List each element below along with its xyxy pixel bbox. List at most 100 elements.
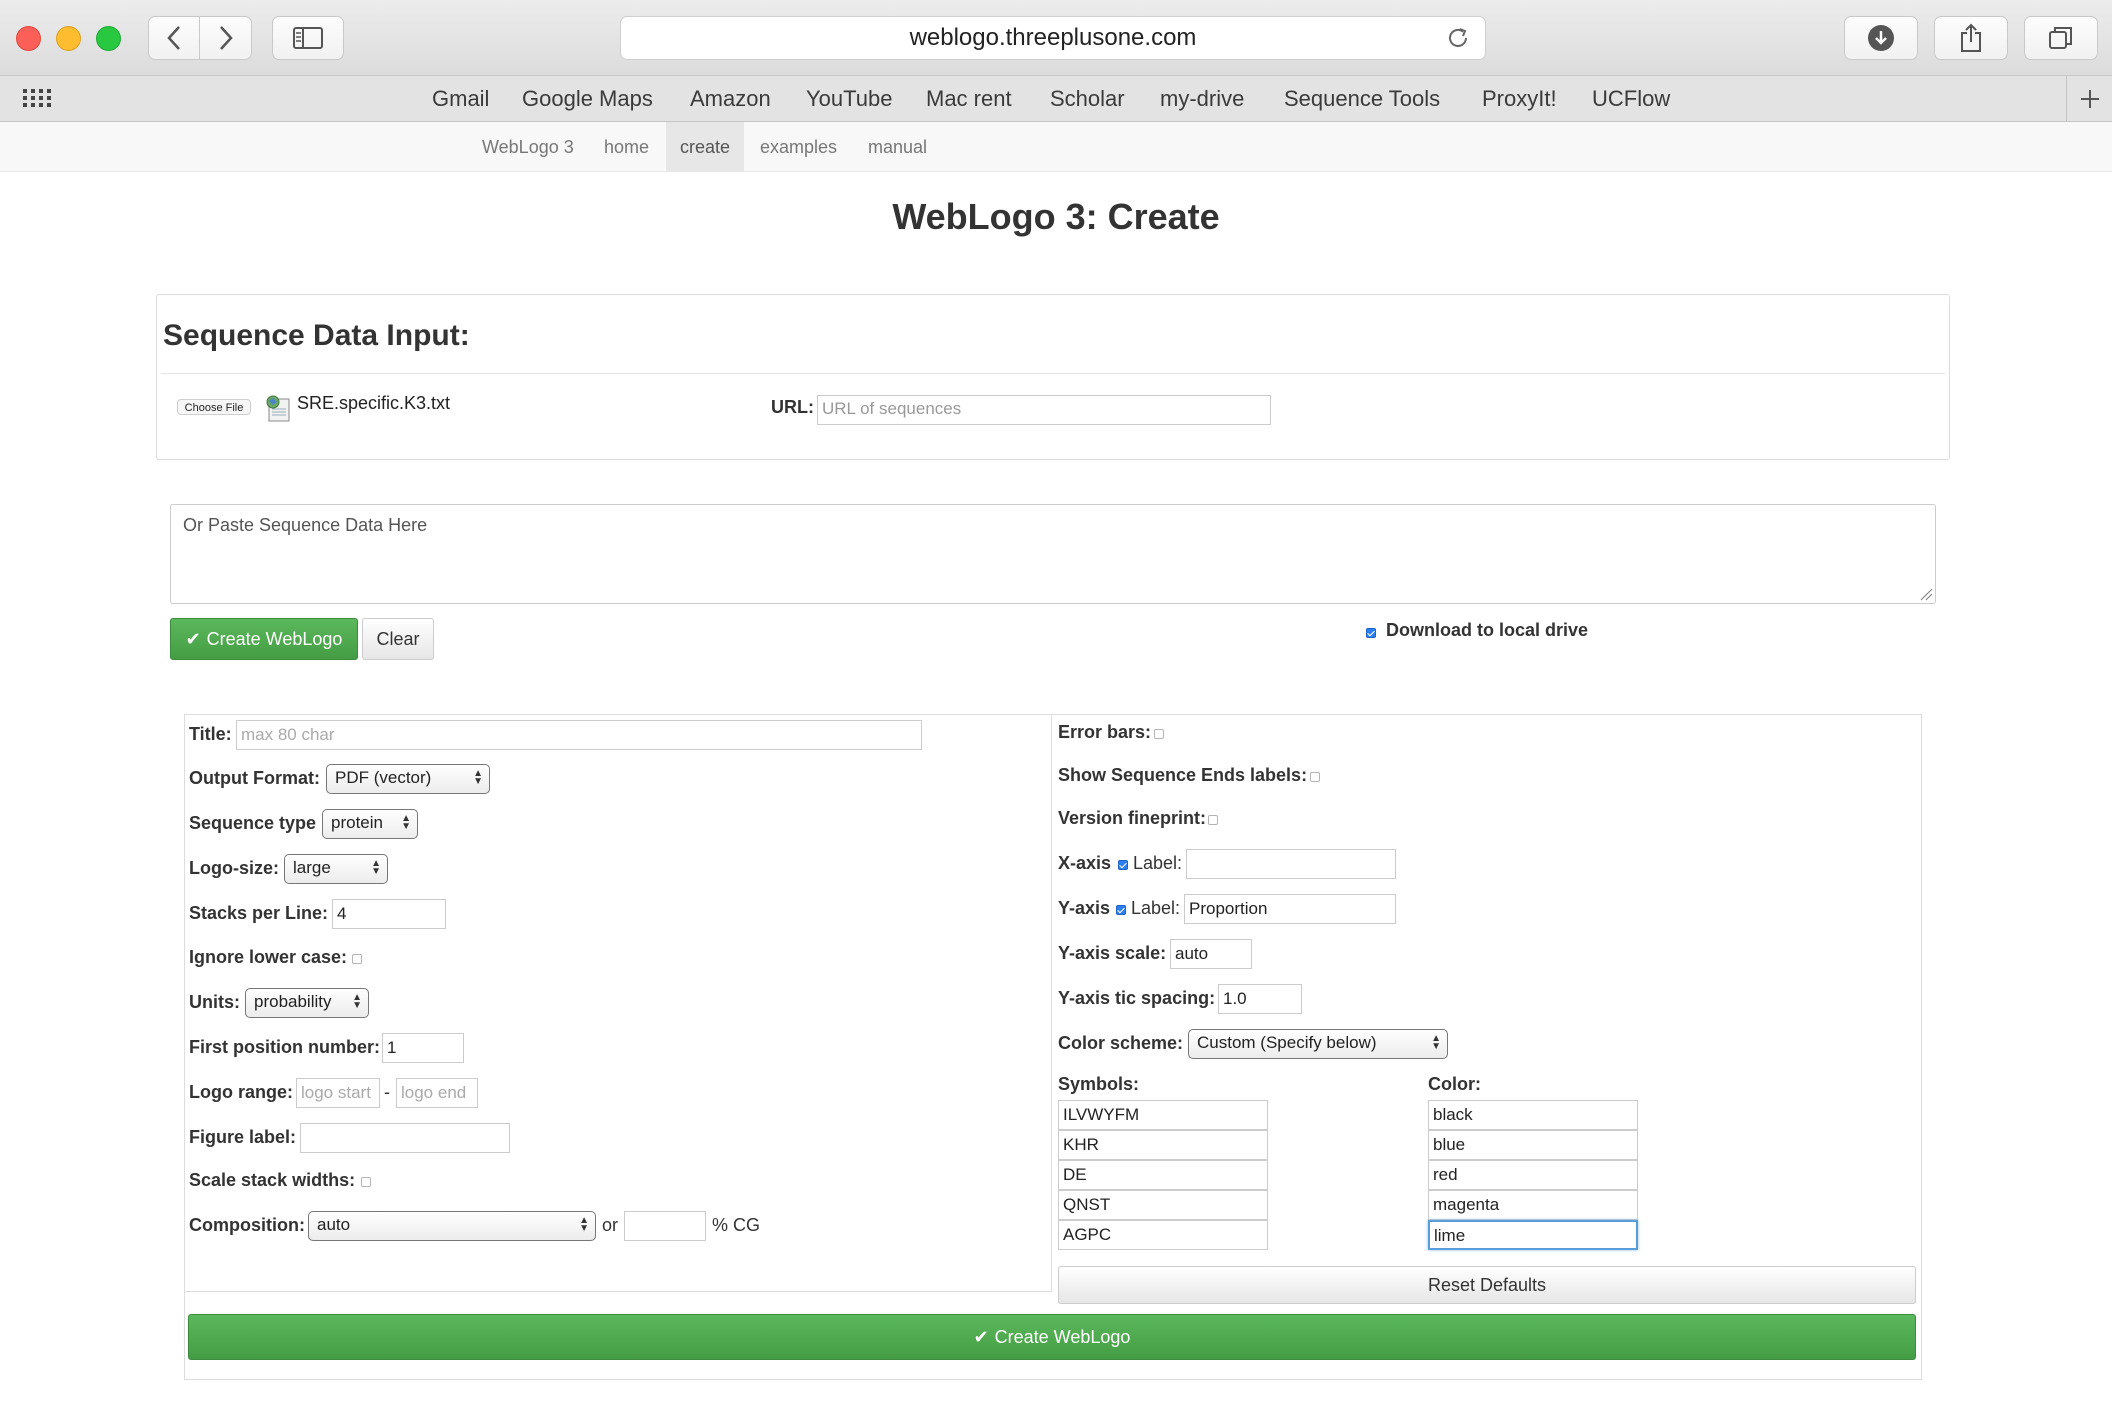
- scale-stack-widths-label: Scale stack widths:: [189, 1170, 356, 1190]
- figure-label-input[interactable]: [300, 1123, 510, 1153]
- y-axis-scale-value: auto: [1175, 944, 1209, 963]
- color-scheme-label: Color scheme:: [1058, 1033, 1184, 1053]
- y-axis-label-input[interactable]: Proportion: [1184, 894, 1396, 924]
- sequence-type-label: Sequence type: [189, 813, 317, 833]
- logo-end-input[interactable]: logo end: [396, 1078, 478, 1108]
- title-input[interactable]: max 80 char: [236, 720, 922, 750]
- sequence-ends-checkbox[interactable]: [1310, 772, 1320, 782]
- paste-sequence-textarea[interactable]: Or Paste Sequence Data Here: [170, 504, 1936, 604]
- bookmark-amazon[interactable]: Amazon: [690, 86, 771, 112]
- bookmark-scholar[interactable]: Scholar: [1050, 86, 1125, 112]
- share-button[interactable]: [1934, 16, 2008, 60]
- stacks-per-line-value: 4: [337, 904, 347, 923]
- y-axis-scale-input[interactable]: auto: [1170, 939, 1252, 969]
- stacks-per-line-input[interactable]: 4: [332, 899, 446, 929]
- ignore-lower-case-label: Ignore lower case:: [189, 947, 348, 967]
- create-weblogo-label: Create WebLogo: [994, 1326, 1131, 1347]
- symbol-value: DE: [1063, 1165, 1087, 1184]
- show-tabs-button[interactable]: [2024, 16, 2098, 60]
- range-separator: -: [384, 1082, 390, 1102]
- bookmarks-bar: Gmail Google Maps Amazon YouTube Mac ren…: [0, 76, 2112, 122]
- sequence-type-select[interactable]: protein ▲ ▼: [322, 809, 418, 839]
- download-checkbox[interactable]: [1366, 628, 1376, 638]
- symbol-input[interactable]: AGPC: [1058, 1220, 1268, 1250]
- download-label: Download to local drive: [1386, 620, 1589, 640]
- scale-stack-widths-checkbox[interactable]: [361, 1177, 371, 1187]
- sidebar-icon: [293, 27, 323, 49]
- text-file-icon: [266, 395, 290, 422]
- new-tab-button[interactable]: [2066, 76, 2112, 122]
- resize-grip-icon[interactable]: [1919, 587, 1933, 601]
- symbol-input[interactable]: ILVWYFM: [1058, 1100, 1268, 1130]
- bookmark-google-maps[interactable]: Google Maps: [522, 86, 653, 112]
- y-axis-checkbox[interactable]: [1116, 905, 1126, 915]
- symbol-input[interactable]: QNST: [1058, 1190, 1268, 1220]
- bookmark-sequence-tools[interactable]: Sequence Tools: [1284, 86, 1440, 112]
- bookmark-mac-rent[interactable]: Mac rent: [926, 86, 1012, 112]
- y-axis-scale-label: Y-axis scale:: [1058, 943, 1167, 963]
- forward-button[interactable]: [200, 16, 252, 60]
- first-position-value: 1: [387, 1038, 397, 1057]
- bookmark-my-drive[interactable]: my-drive: [1160, 86, 1244, 112]
- y-axis-label-text: Label:: [1131, 898, 1181, 918]
- minimize-window-button[interactable]: [56, 26, 81, 51]
- select-arrows-icon: ▲ ▼: [579, 1215, 589, 1234]
- clear-button[interactable]: Clear: [362, 618, 434, 660]
- nav-home[interactable]: home: [590, 122, 663, 172]
- bookmark-ucflow[interactable]: UCFlow: [1592, 86, 1670, 112]
- logo-size-select[interactable]: large ▲ ▼: [284, 854, 388, 884]
- color-input[interactable]: lime: [1428, 1220, 1638, 1250]
- sidebar-toggle-button[interactable]: [272, 16, 344, 60]
- x-axis-checkbox[interactable]: [1118, 860, 1128, 870]
- tabs-icon: [2049, 27, 2072, 49]
- color-input[interactable]: black: [1428, 1100, 1638, 1130]
- address-bar[interactable]: weblogo.threeplusone.com: [620, 16, 1486, 60]
- x-axis-label: X-axis: [1058, 853, 1112, 873]
- page-title: WebLogo 3: Create: [892, 196, 1220, 237]
- composition-select[interactable]: auto ▲ ▼: [308, 1211, 596, 1241]
- color-input[interactable]: blue: [1428, 1130, 1638, 1160]
- close-window-button[interactable]: [16, 26, 41, 51]
- x-axis-label-input[interactable]: [1186, 849, 1396, 879]
- select-arrows-icon: ▲ ▼: [371, 858, 381, 877]
- color-value: red: [1433, 1165, 1458, 1184]
- nav-manual[interactable]: manual: [854, 122, 941, 172]
- units-select[interactable]: probability ▲ ▼: [245, 988, 369, 1018]
- symbol-input[interactable]: DE: [1058, 1160, 1268, 1190]
- back-button[interactable]: [148, 16, 200, 60]
- error-bars-checkbox[interactable]: [1154, 729, 1164, 739]
- y-axis-tic-value: 1.0: [1223, 989, 1247, 1008]
- logo-start-input[interactable]: logo start: [296, 1078, 380, 1108]
- symbol-value: KHR: [1063, 1135, 1099, 1154]
- bookmark-gmail[interactable]: Gmail: [432, 86, 489, 112]
- first-position-input[interactable]: 1: [382, 1033, 464, 1063]
- bookmark-youtube[interactable]: YouTube: [806, 86, 892, 112]
- color-scheme-select[interactable]: Custom (Specify below) ▲ ▼: [1188, 1029, 1448, 1059]
- reset-defaults-button[interactable]: Reset Defaults: [1058, 1266, 1916, 1304]
- create-weblogo-button-bottom[interactable]: ✔ Create WebLogo: [188, 1314, 1916, 1360]
- nav-create[interactable]: create: [666, 122, 745, 172]
- ignore-lower-case-checkbox[interactable]: [352, 954, 362, 964]
- x-axis-label-text: Label:: [1133, 853, 1183, 873]
- output-format-label: Output Format:: [189, 768, 320, 788]
- color-input[interactable]: magenta: [1428, 1190, 1638, 1220]
- y-axis-tic-input[interactable]: 1.0: [1218, 984, 1302, 1014]
- choose-file-button[interactable]: Choose File: [177, 399, 251, 415]
- version-fineprint-checkbox[interactable]: [1208, 815, 1218, 825]
- url-input[interactable]: URL of sequences: [817, 395, 1271, 425]
- color-input[interactable]: red: [1428, 1160, 1638, 1190]
- title-label: Title:: [189, 724, 232, 744]
- reload-icon[interactable]: [1445, 25, 1471, 51]
- error-bars-label: Error bars:: [1058, 722, 1152, 742]
- output-format-select[interactable]: PDF (vector) ▲ ▼: [326, 764, 490, 794]
- downloads-button[interactable]: [1844, 16, 1918, 60]
- nav-examples[interactable]: examples: [746, 122, 851, 172]
- maximize-window-button[interactable]: [96, 26, 121, 51]
- bookmark-proxyit[interactable]: ProxyIt!: [1482, 86, 1557, 112]
- composition-label: Composition:: [189, 1215, 305, 1235]
- symbol-input[interactable]: KHR: [1058, 1130, 1268, 1160]
- percent-cg-input[interactable]: [624, 1211, 706, 1241]
- nav-brand[interactable]: WebLogo 3: [468, 122, 588, 172]
- download-icon: [1868, 25, 1894, 51]
- create-weblogo-button-top[interactable]: ✔ Create WebLogo: [170, 618, 358, 660]
